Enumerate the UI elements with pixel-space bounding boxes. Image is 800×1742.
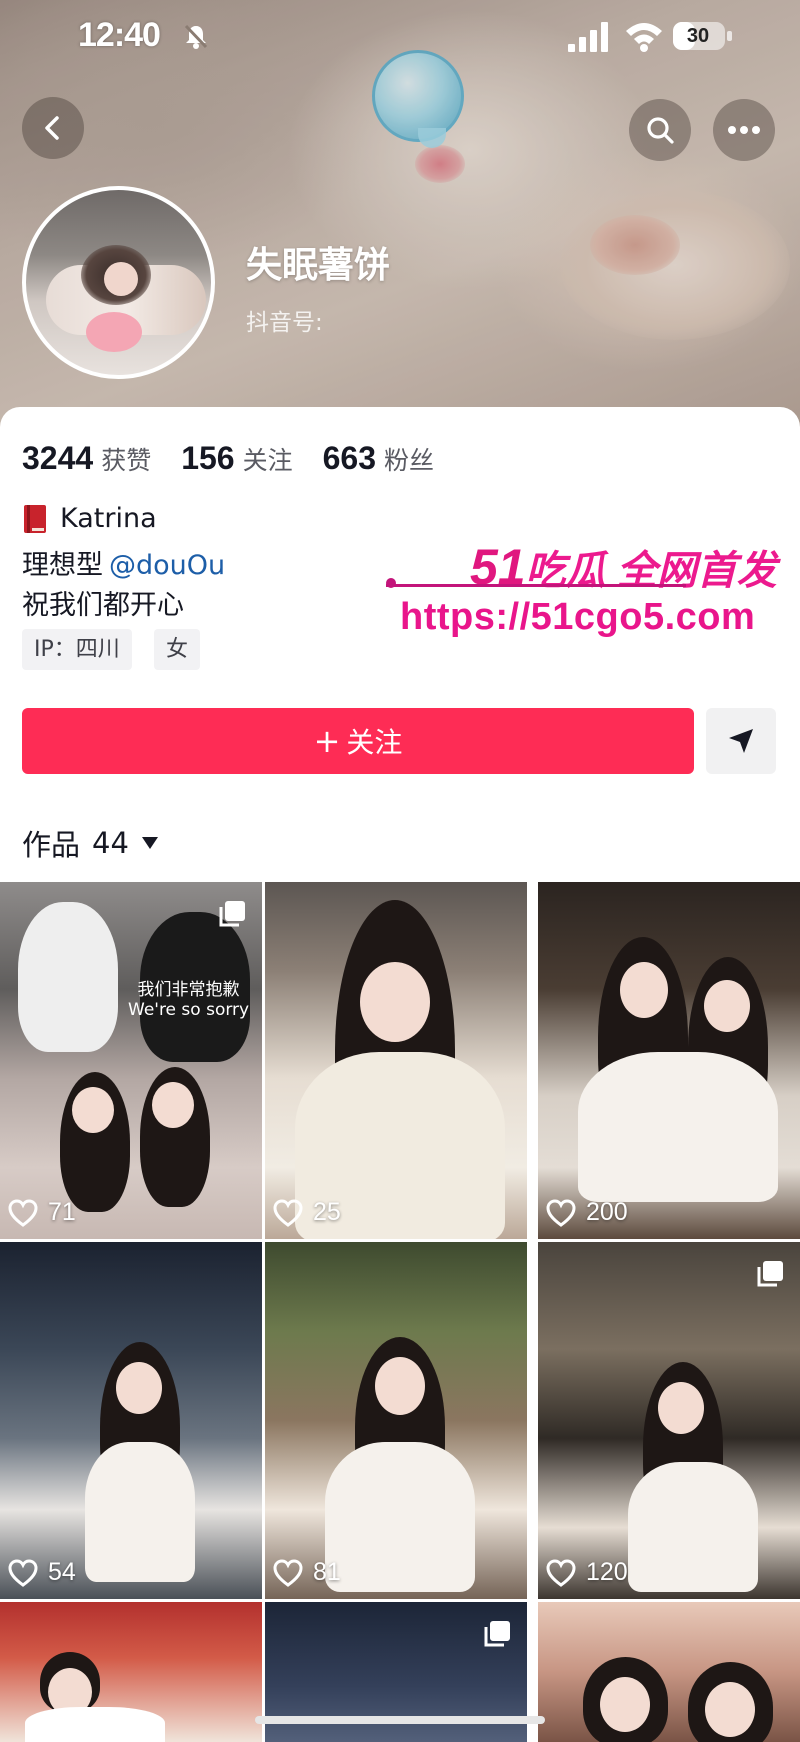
heart-icon [546,1558,576,1587]
search-icon [647,117,674,144]
watermark-title: 51吃瓜 全网首发 [470,538,777,596]
tile-face [152,1082,194,1128]
back-button[interactable] [22,97,84,159]
video-tile[interactable]: 54 [0,1242,262,1599]
caret-down-icon [141,837,158,849]
follow-button[interactable]: + 关注 [22,708,694,774]
follow-button-label: 关注 [346,726,403,759]
profile-name: 失眠薯饼 [246,245,391,286]
status-time: 12:40 [78,16,161,54]
more-button[interactable] [713,99,775,161]
tile-outfit [325,1442,475,1592]
video-tile[interactable] [538,1602,800,1742]
chevron-left-icon [45,116,59,140]
tile-face [704,980,750,1032]
tile-face [705,1682,755,1737]
tile-caption-en: We're so sorry [128,1000,250,1020]
share-button[interactable] [706,708,776,774]
tile-likes-count: 81 [313,1558,341,1586]
plus-icon: + [313,722,341,760]
heart-icon [546,1198,576,1227]
tile-face [360,962,430,1042]
tile-likes-count: 54 [48,1558,76,1586]
tile-likes-count: 120 [586,1558,628,1586]
ip-location-tag: IP：四川 [22,629,132,670]
wifi-icon [626,23,662,52]
avatar-face [104,262,138,296]
heart-icon [273,1558,303,1587]
heart-icon [273,1198,303,1227]
works-label: 作品 [22,828,81,862]
bio-name: Katrina [60,503,157,534]
tile-likes: 120 [546,1558,628,1587]
tile-outfit [85,1442,195,1582]
bio-prefix: 理想型 [22,550,103,581]
tile-caption-cn: 我们非常抱歉 [137,980,240,1000]
mute-bell-icon [184,24,208,49]
tile-face [116,1362,162,1414]
video-tile[interactable]: 120 [538,1242,800,1599]
tile-likes-count: 25 [313,1198,341,1226]
stat-following-label: 关注 [242,446,293,475]
watermark-underline [386,584,686,587]
stat-likes[interactable]: 3244 获赞 [22,440,151,477]
heart-icon [8,1558,38,1587]
tile-face [658,1382,704,1434]
tile-likes-count: 200 [586,1198,628,1226]
tile-likes: 71 [8,1198,76,1227]
avatar[interactable] [22,186,215,379]
stat-likes-label: 获赞 [101,446,152,475]
send-arrow-icon [729,729,753,753]
tile-likes: 25 [273,1198,341,1227]
tile-outfit [25,1707,165,1742]
red-book-icon [24,504,46,533]
bio-line-1: Katrina [22,503,157,534]
tile-outfit [628,1462,758,1592]
image-set-icon [484,1621,510,1647]
battery-level: 30 [686,25,710,47]
video-tile[interactable]: 我们非常抱歉 We're so sorry 71 [0,882,262,1239]
stat-followers-label: 粉丝 [384,446,435,475]
bio-line-3: 祝我们都开心 [22,590,184,621]
avatar-plush-pig [86,312,142,352]
stat-following[interactable]: 156 关注 [181,440,292,477]
gender-tag: 女 [154,629,201,670]
watermark-dot [386,578,396,588]
tile-face [620,962,668,1018]
watermark-url: https://51cgo5.com [400,596,756,638]
video-tile[interactable]: 25 [265,882,527,1239]
stat-likes-value: 3244 [22,440,94,476]
works-grid: 我们非常抱歉 We're so sorry 71 25 200 54 81 12… [0,882,800,1742]
tile-caption: 我们非常抱歉 We're so sorry [128,980,249,1020]
tile-face [600,1677,650,1732]
douyin-id[interactable]: 抖音号: [246,303,323,337]
tile-likes: 54 [8,1558,76,1587]
stat-followers-value: 663 [322,440,376,476]
status-bar: 12:40 30 [0,0,800,80]
image-set-icon [219,901,245,927]
bio-mention-link[interactable]: @douOu [109,550,225,581]
tile-face [72,1087,114,1133]
video-tile[interactable] [0,1602,262,1742]
stat-following-value: 156 [181,440,235,476]
profile-stats: 3244 获赞 156 关注 663 粉丝 [22,440,464,477]
signal-icon [568,22,608,52]
works-tab[interactable]: 作品 44 [22,822,159,864]
heart-icon [8,1198,38,1227]
bio-line-2: 理想型 @douOu [22,543,225,582]
tile-outfit [578,1052,778,1202]
home-indicator[interactable] [255,1716,545,1724]
tile-white-cat [18,902,118,1052]
tile-likes-count: 71 [48,1198,76,1226]
video-tile[interactable]: 200 [538,882,800,1239]
tile-likes: 81 [273,1558,341,1587]
tile-likes: 200 [546,1198,628,1227]
video-tile[interactable]: 81 [265,1242,527,1599]
works-count: 44 [92,826,129,860]
search-button[interactable] [629,99,691,161]
image-set-icon [757,1261,783,1287]
stat-followers[interactable]: 663 粉丝 [323,440,434,477]
more-dots-icon [728,126,760,134]
tile-face [375,1357,425,1415]
